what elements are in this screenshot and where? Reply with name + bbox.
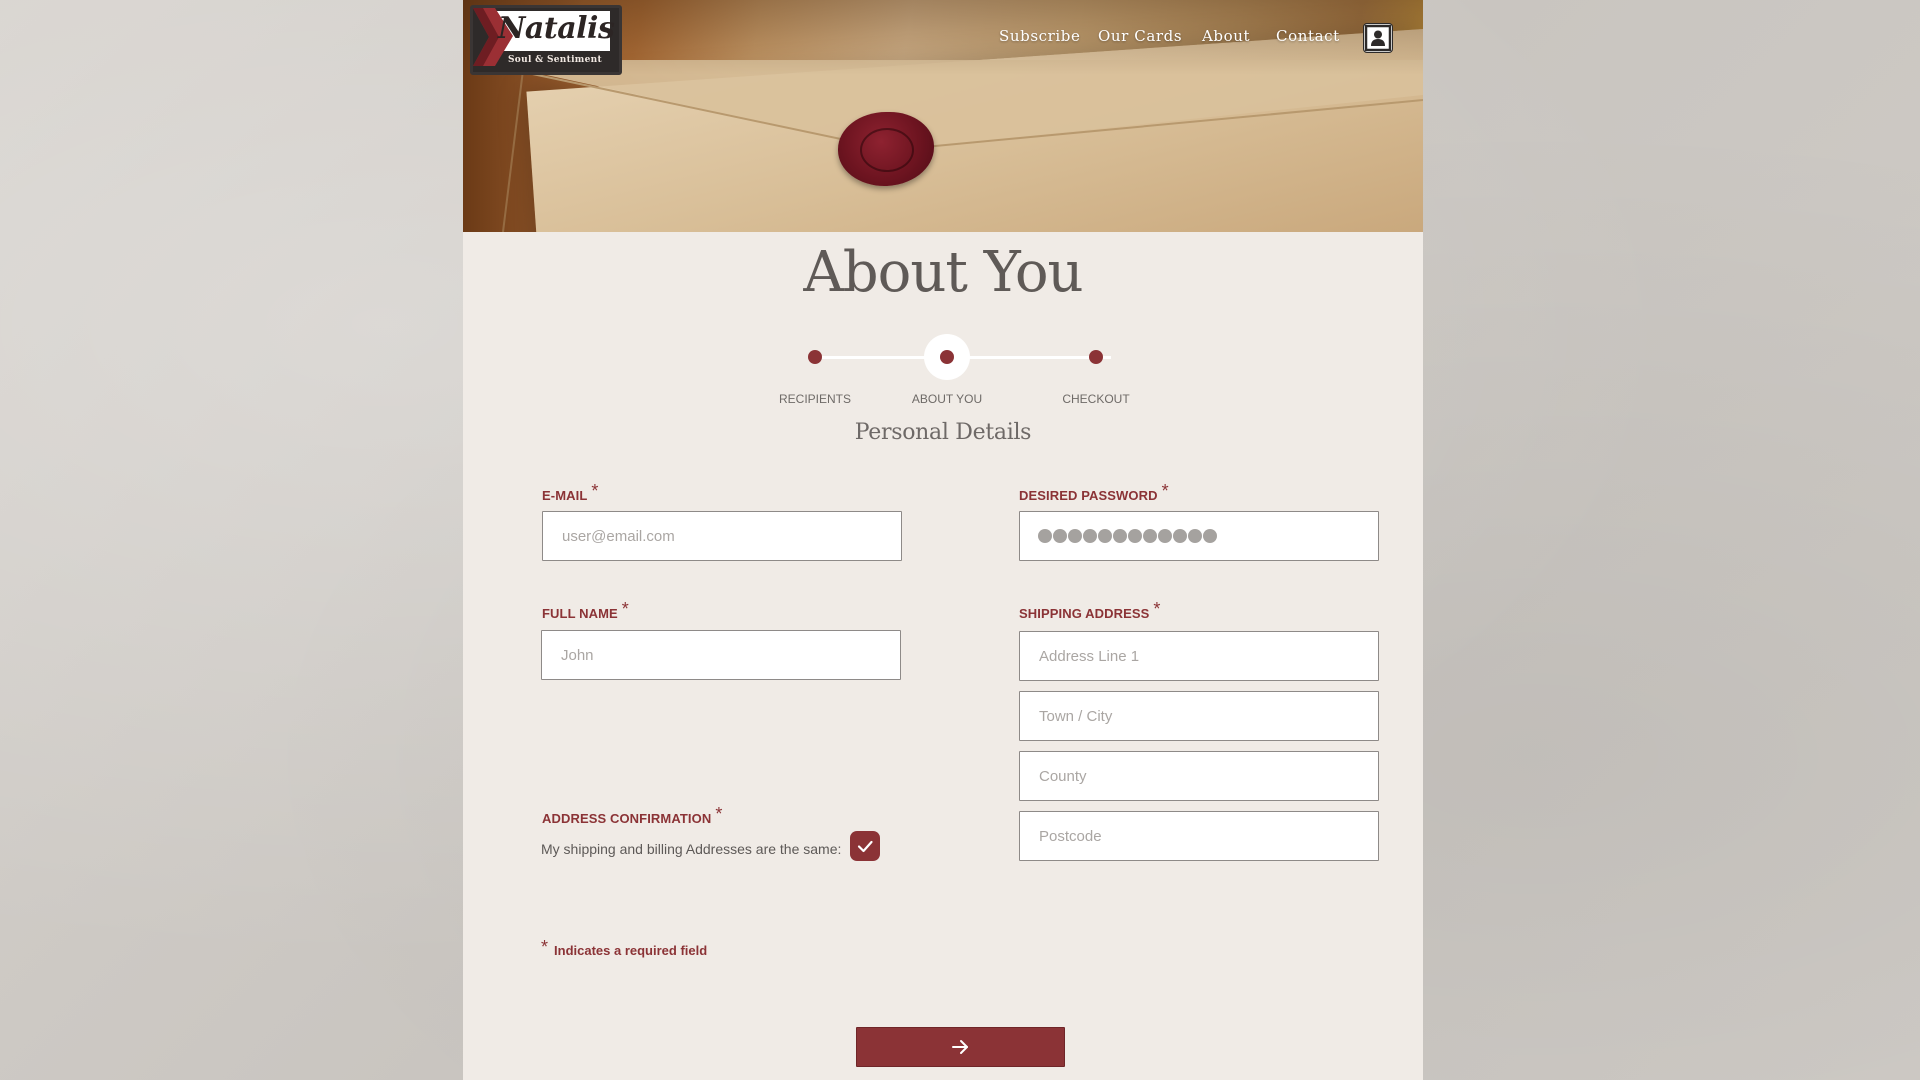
full-name-label-text: FULL NAME xyxy=(542,606,618,621)
step-dot-about-you xyxy=(940,350,954,364)
step-label-about-you: ABOUT YOU xyxy=(911,392,983,406)
town-city-input[interactable] xyxy=(1019,691,1379,741)
full-name-input[interactable] xyxy=(541,630,901,680)
progress-stepper: RECIPIENTS ABOUT YOU CHECKOUT xyxy=(779,332,1130,406)
user-account-icon xyxy=(1364,24,1392,52)
required-star: * xyxy=(621,599,629,619)
postcode-input[interactable] xyxy=(1019,811,1379,861)
brand-logo[interactable]: Natalis Soul & Sentiment xyxy=(470,5,622,75)
nav-our-cards[interactable]: Our Cards xyxy=(1098,27,1182,45)
address-confirmation-label: ADDRESS CONFIRMATION * xyxy=(542,804,723,828)
address-line1-input[interactable] xyxy=(1019,631,1379,681)
email-label-text: E-MAIL xyxy=(542,488,588,503)
arrow-right-icon xyxy=(952,1040,968,1054)
nav-contact[interactable]: Contact xyxy=(1276,27,1340,45)
required-star: * xyxy=(1161,481,1169,501)
password-label-text: DESIRED PASSWORD xyxy=(1019,488,1158,503)
required-star: * xyxy=(541,937,549,957)
hero-banner: Natalis Soul & Sentiment Subscribe Our C… xyxy=(463,0,1423,232)
next-button[interactable] xyxy=(856,1027,1065,1067)
same-address-checkbox[interactable] xyxy=(850,831,880,861)
email-input[interactable] xyxy=(542,511,902,561)
brand-tagline: Soul & Sentiment xyxy=(508,55,602,65)
page-panel: Natalis Soul & Sentiment Subscribe Our C… xyxy=(463,0,1423,1080)
checkmark-icon xyxy=(857,840,873,853)
password-input[interactable] xyxy=(1019,511,1379,561)
required-star: * xyxy=(1153,599,1161,619)
shipping-address-label: SHIPPING ADDRESS * xyxy=(1019,599,1161,623)
brand-name: Natalis xyxy=(498,11,615,46)
required-star: * xyxy=(715,804,723,824)
county-input[interactable] xyxy=(1019,751,1379,801)
page-title: About You xyxy=(803,240,1083,305)
shipping-address-label-text: SHIPPING ADDRESS xyxy=(1019,606,1150,621)
address-confirmation-label-text: ADDRESS CONFIRMATION xyxy=(542,811,712,826)
email-label: E-MAIL * xyxy=(542,481,599,505)
full-name-label: FULL NAME * xyxy=(542,599,629,623)
step-label-checkout: CHECKOUT xyxy=(1062,392,1130,406)
step-dot-recipients[interactable] xyxy=(808,350,822,364)
section-title: Personal Details xyxy=(854,420,1032,445)
password-field xyxy=(1019,511,1379,561)
nav-about[interactable]: About xyxy=(1202,27,1250,45)
step-label-recipients: RECIPIENTS xyxy=(778,392,851,406)
required-star: * xyxy=(591,481,599,501)
account-button[interactable] xyxy=(1364,24,1392,52)
required-note-text: Indicates a required field xyxy=(554,943,708,958)
step-dot-checkout[interactable] xyxy=(1089,350,1103,364)
address-confirmation-text: My shipping and billing Addresses are th… xyxy=(541,841,842,857)
required-field-note: * Indicates a required field xyxy=(541,937,708,960)
nav-subscribe[interactable]: Subscribe xyxy=(999,27,1080,45)
password-label: DESIRED PASSWORD * xyxy=(1019,481,1169,505)
